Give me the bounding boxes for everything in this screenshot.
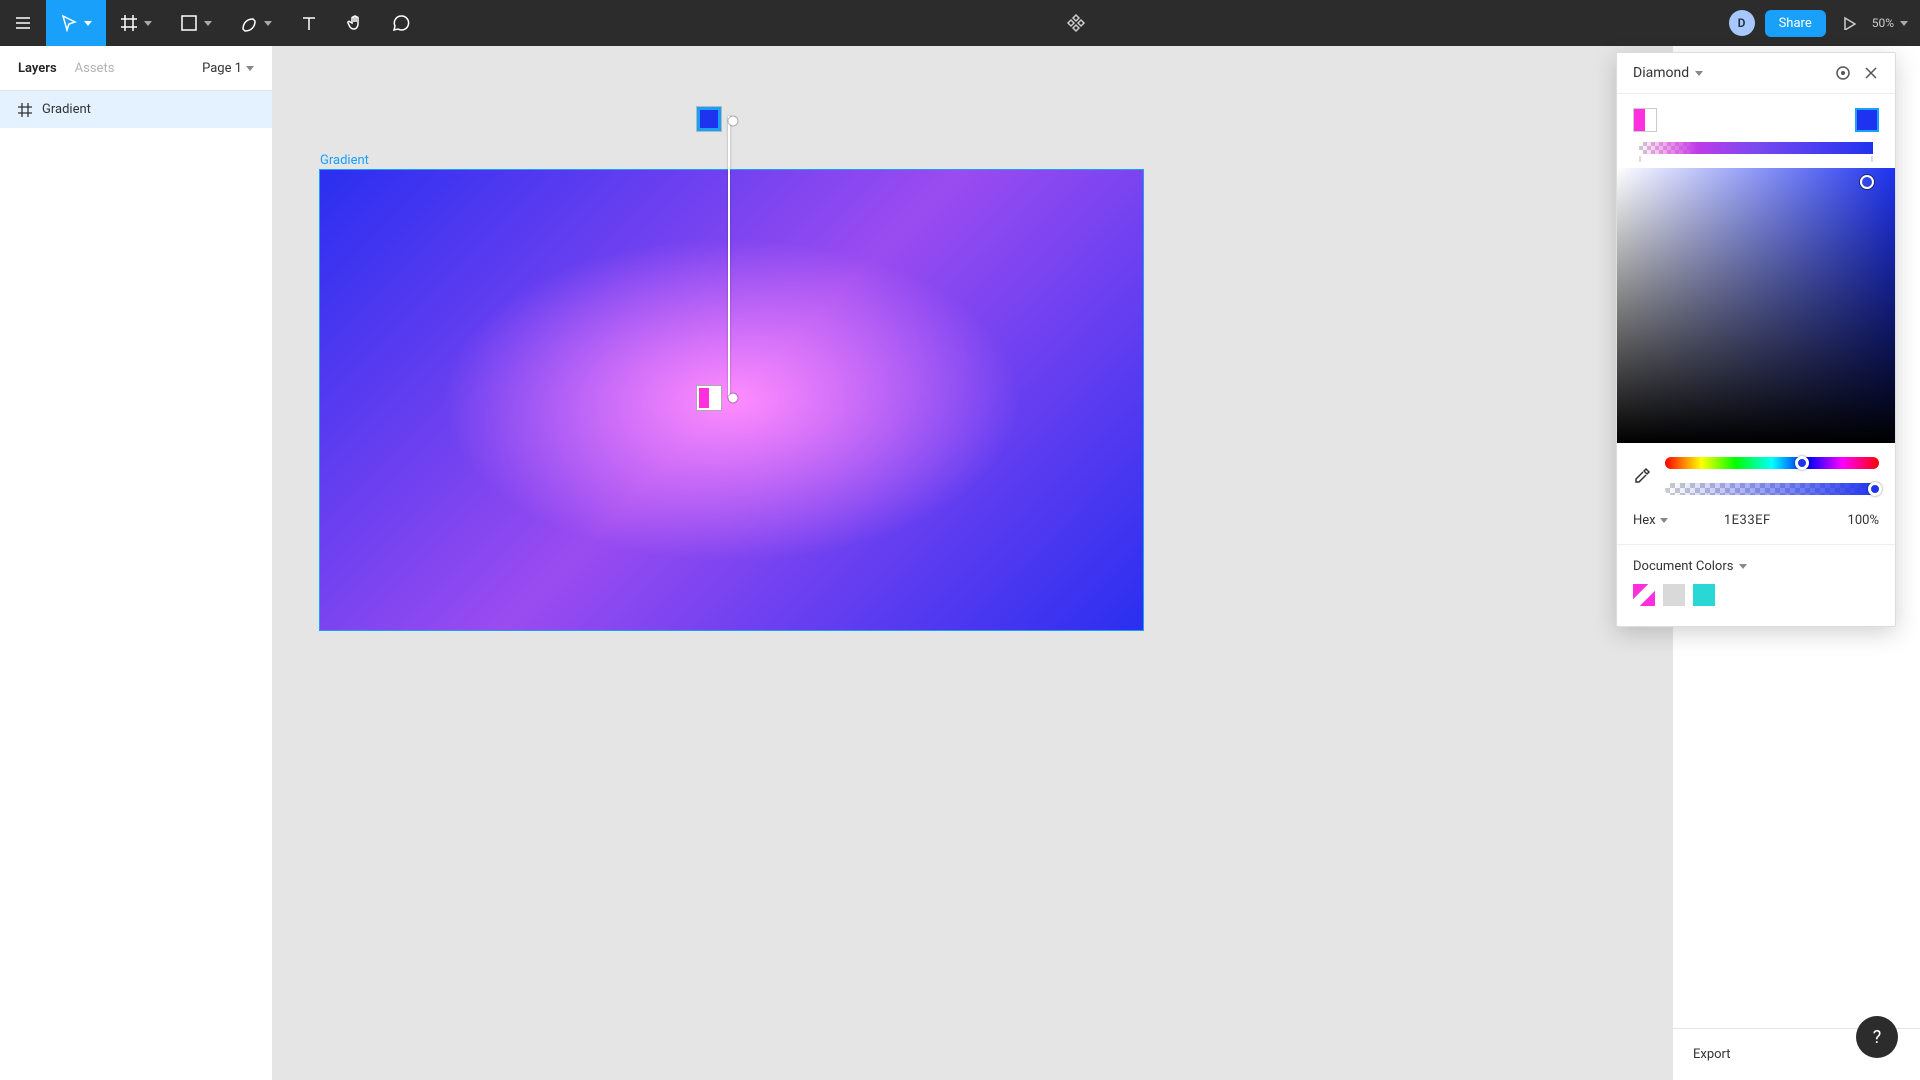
hand-tool-button[interactable] bbox=[332, 0, 378, 46]
chevron-down-icon bbox=[1739, 564, 1747, 569]
chevron-down-icon bbox=[1660, 518, 1668, 523]
color-mode-label: Hex bbox=[1633, 513, 1656, 528]
gradient-stop-handle-blue[interactable] bbox=[697, 107, 721, 131]
chevron-down-icon bbox=[264, 21, 272, 26]
comment-icon bbox=[392, 14, 410, 32]
hue-slider[interactable] bbox=[1665, 457, 1879, 469]
frame-icon bbox=[18, 103, 32, 117]
gradient-preview-bar[interactable] bbox=[1639, 142, 1873, 154]
text-tool-button[interactable] bbox=[286, 0, 332, 46]
comment-tool-button[interactable] bbox=[378, 0, 424, 46]
gradient-type-dropdown[interactable]: Diamond bbox=[1633, 65, 1703, 81]
frame-label[interactable]: Gradient bbox=[320, 153, 369, 168]
chevron-down-icon bbox=[144, 21, 152, 26]
layer-name: Gradient bbox=[42, 102, 91, 117]
chevron-down-icon bbox=[204, 21, 212, 26]
hue-knob[interactable] bbox=[1795, 456, 1809, 470]
layer-row-gradient[interactable]: Gradient bbox=[0, 91, 272, 128]
saturation-value-area[interactable] bbox=[1617, 168, 1895, 443]
pen-tool-button[interactable] bbox=[226, 0, 286, 46]
gradient-center-dot[interactable] bbox=[729, 394, 738, 403]
tab-assets[interactable]: Assets bbox=[75, 61, 115, 76]
present-button[interactable] bbox=[1836, 0, 1862, 46]
shape-tool-button[interactable] bbox=[166, 0, 226, 46]
page-selector[interactable]: Page 1 bbox=[202, 61, 254, 76]
gradient-ticks bbox=[1633, 156, 1879, 162]
sv-handle[interactable] bbox=[1860, 175, 1874, 189]
frame-icon bbox=[120, 14, 138, 32]
chevron-down-icon bbox=[1900, 21, 1908, 26]
doc-color-swatch-3[interactable] bbox=[1693, 584, 1715, 606]
main-menu-button[interactable] bbox=[0, 0, 46, 46]
document-colors-label: Document Colors bbox=[1633, 559, 1733, 574]
frame-tool-button[interactable] bbox=[106, 0, 166, 46]
help-button[interactable]: ? bbox=[1856, 1016, 1898, 1058]
hex-input[interactable]: 1E33EF bbox=[1668, 513, 1827, 528]
fill-color-picker: Diamond Hex 1E33EF bbox=[1616, 52, 1896, 627]
doc-color-swatch-2[interactable] bbox=[1663, 584, 1685, 606]
tab-layers[interactable]: Layers bbox=[18, 61, 57, 76]
square-icon bbox=[180, 14, 198, 32]
gradient-stop-2[interactable] bbox=[1855, 108, 1879, 132]
move-tool-button[interactable] bbox=[46, 0, 106, 46]
top-toolbar: D Share 50% bbox=[0, 0, 1920, 46]
pen-icon bbox=[240, 14, 258, 32]
chevron-down-icon bbox=[246, 66, 254, 71]
alpha-slider[interactable] bbox=[1665, 483, 1879, 495]
color-mode-dropdown[interactable]: Hex bbox=[1633, 513, 1668, 528]
hamburger-icon bbox=[14, 14, 32, 32]
user-avatar[interactable]: D bbox=[1729, 10, 1755, 36]
export-label: Export bbox=[1693, 1047, 1731, 1062]
gradient-type-label: Diamond bbox=[1633, 65, 1689, 81]
share-button[interactable]: Share bbox=[1765, 10, 1826, 37]
page-selector-label: Page 1 bbox=[202, 61, 242, 76]
doc-color-swatch-1[interactable] bbox=[1633, 584, 1655, 606]
gradient-stop-1[interactable] bbox=[1633, 108, 1657, 132]
document-colors-dropdown[interactable]: Document Colors bbox=[1633, 559, 1879, 574]
chevron-down-icon bbox=[84, 21, 92, 26]
gradient-stop-handle-pink[interactable] bbox=[697, 386, 721, 410]
zoom-dropdown[interactable]: 50% bbox=[1872, 16, 1908, 30]
cursor-icon bbox=[60, 14, 78, 32]
opacity-input[interactable]: 100% bbox=[1827, 513, 1879, 528]
text-icon bbox=[300, 14, 318, 32]
zoom-value: 50% bbox=[1872, 16, 1894, 30]
styles-icon[interactable] bbox=[1835, 65, 1851, 81]
hand-icon bbox=[346, 14, 364, 32]
components-icon[interactable] bbox=[1066, 13, 1086, 33]
chevron-down-icon bbox=[1695, 71, 1703, 76]
alpha-knob[interactable] bbox=[1868, 482, 1882, 496]
eyedropper-icon[interactable] bbox=[1633, 467, 1651, 485]
gradient-end-dot[interactable] bbox=[729, 117, 738, 126]
play-icon bbox=[1842, 16, 1856, 30]
gradient-axis-line[interactable] bbox=[728, 116, 730, 398]
close-icon[interactable] bbox=[1863, 65, 1879, 81]
layers-panel: Layers Assets Page 1 Gradient bbox=[0, 46, 273, 1080]
